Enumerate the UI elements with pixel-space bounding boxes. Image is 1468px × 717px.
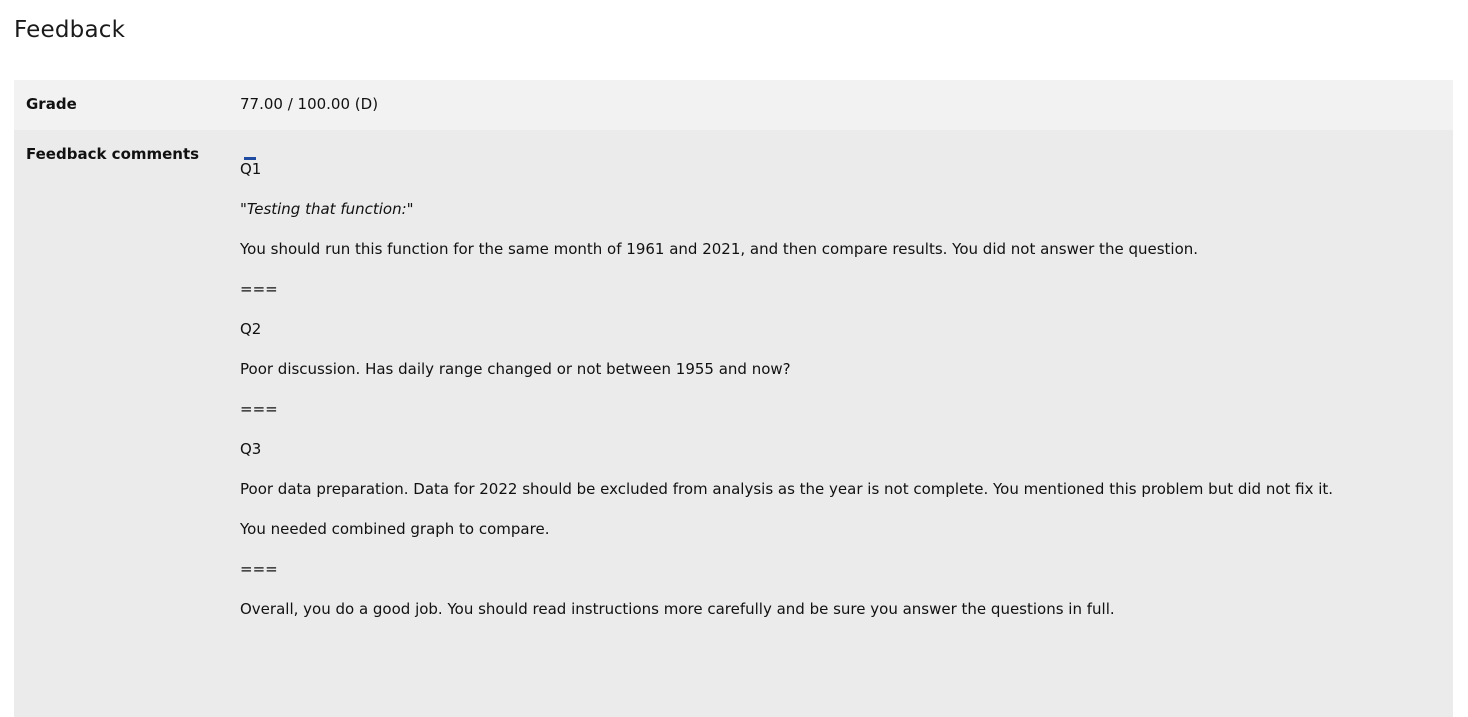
comment-line: You should run this function for the sam… xyxy=(240,240,1199,258)
comment-line: Poor discussion. Has daily range changed… xyxy=(240,360,791,378)
feedback-comments-row: Feedback comments Q1 "Testing that funct… xyxy=(14,130,1453,717)
grade-value: 77.00 / 100.00 (D) xyxy=(240,95,379,113)
feedback-comments-label: Feedback comments xyxy=(26,145,200,163)
comment-line-q2: Q2 xyxy=(240,320,262,338)
comment-separator: === xyxy=(240,560,278,578)
comment-separator: === xyxy=(240,280,278,298)
comment-separator: === xyxy=(240,400,278,418)
comment-line-quote: "Testing that function:" xyxy=(240,200,414,218)
page-title: Feedback xyxy=(14,17,126,43)
comment-line-q3: Q3 xyxy=(240,440,262,458)
collapse-minus-icon[interactable] xyxy=(240,148,270,168)
comment-line-q1: Q1 xyxy=(240,160,262,178)
comment-line: You needed combined graph to compare. xyxy=(240,520,550,538)
grade-row: Grade 77.00 / 100.00 (D) xyxy=(14,80,1453,130)
comment-line-overall: Overall, you do a good job. You should r… xyxy=(240,600,1115,618)
feedback-table: Grade 77.00 / 100.00 (D) Feedback commen… xyxy=(14,80,1453,717)
feedback-comments-body: Q1 "Testing that function:" You should r… xyxy=(240,130,1453,634)
grade-label: Grade xyxy=(26,95,77,113)
comment-line: Poor data preparation. Data for 2022 sho… xyxy=(240,480,1334,498)
